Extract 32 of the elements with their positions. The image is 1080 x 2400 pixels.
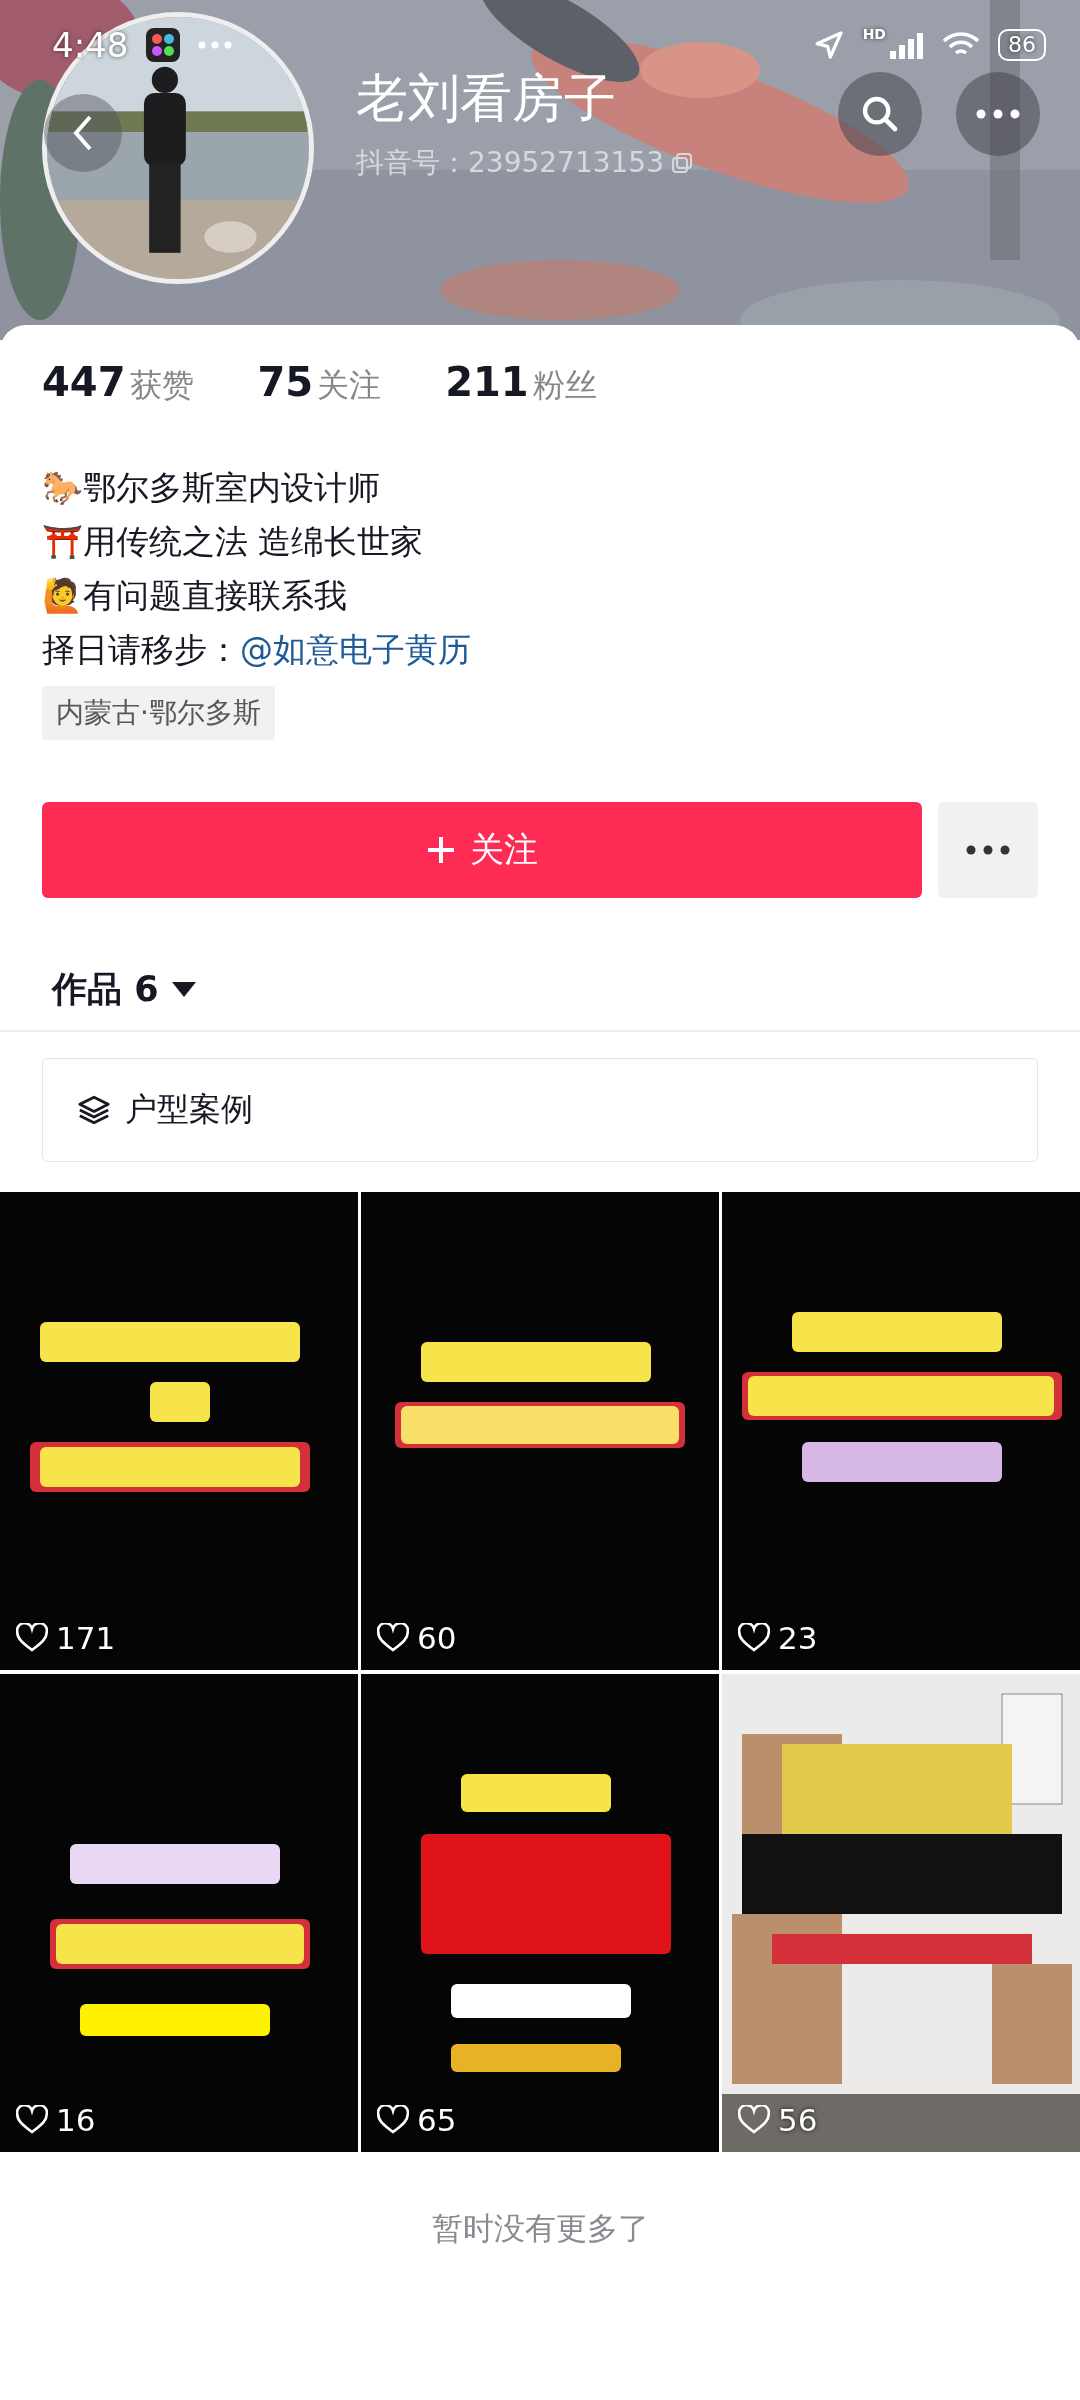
follow-button[interactable]: 关注 (42, 802, 922, 898)
like-count: 171 (56, 1620, 116, 1656)
heart-icon (738, 2105, 770, 2135)
heart-icon (16, 1623, 48, 1653)
more-icon (966, 845, 1010, 855)
like-count: 60 (417, 1620, 457, 1656)
like-count: 65 (417, 2102, 457, 2138)
like-count: 56 (778, 2102, 818, 2138)
account-link[interactable]: @如意电子黄历 (240, 630, 471, 669)
stat-value: 211 (445, 359, 529, 405)
bio-line: 🐎鄂尔多斯室内设计师 (42, 467, 381, 509)
bio-line: 择日请移步：@如意电子黄历 (42, 629, 472, 671)
end-of-list-text: 暂时没有更多了 (431, 2210, 649, 2246)
caret-icon (170, 980, 197, 998)
stat-label: 粉丝 (532, 365, 597, 406)
plus-icon (426, 835, 456, 865)
collection-button[interactable]: 户型案例 (42, 1058, 1038, 1162)
like-count: 23 (778, 1620, 818, 1656)
location-tag: 内蒙古·鄂尔多斯 (42, 686, 275, 740)
heart-icon (377, 1623, 409, 1653)
stat-value: 75 (257, 359, 314, 405)
stat-label: 关注 (317, 365, 382, 406)
like-count: 16 (56, 2102, 96, 2138)
heart-icon (377, 2105, 409, 2135)
heart-icon (738, 1623, 770, 1653)
layers-icon (77, 1093, 111, 1127)
works-tab[interactable]: 作品 6 (46, 964, 203, 1014)
heart-icon (16, 2105, 48, 2135)
bio-line: 🙋有问题直接联系我 (42, 575, 348, 617)
stat-label: 获赞 (129, 365, 194, 406)
bio-line: ⛩用传统之法 造绵长世家 (42, 521, 425, 563)
stat-value: 447 (42, 359, 126, 405)
